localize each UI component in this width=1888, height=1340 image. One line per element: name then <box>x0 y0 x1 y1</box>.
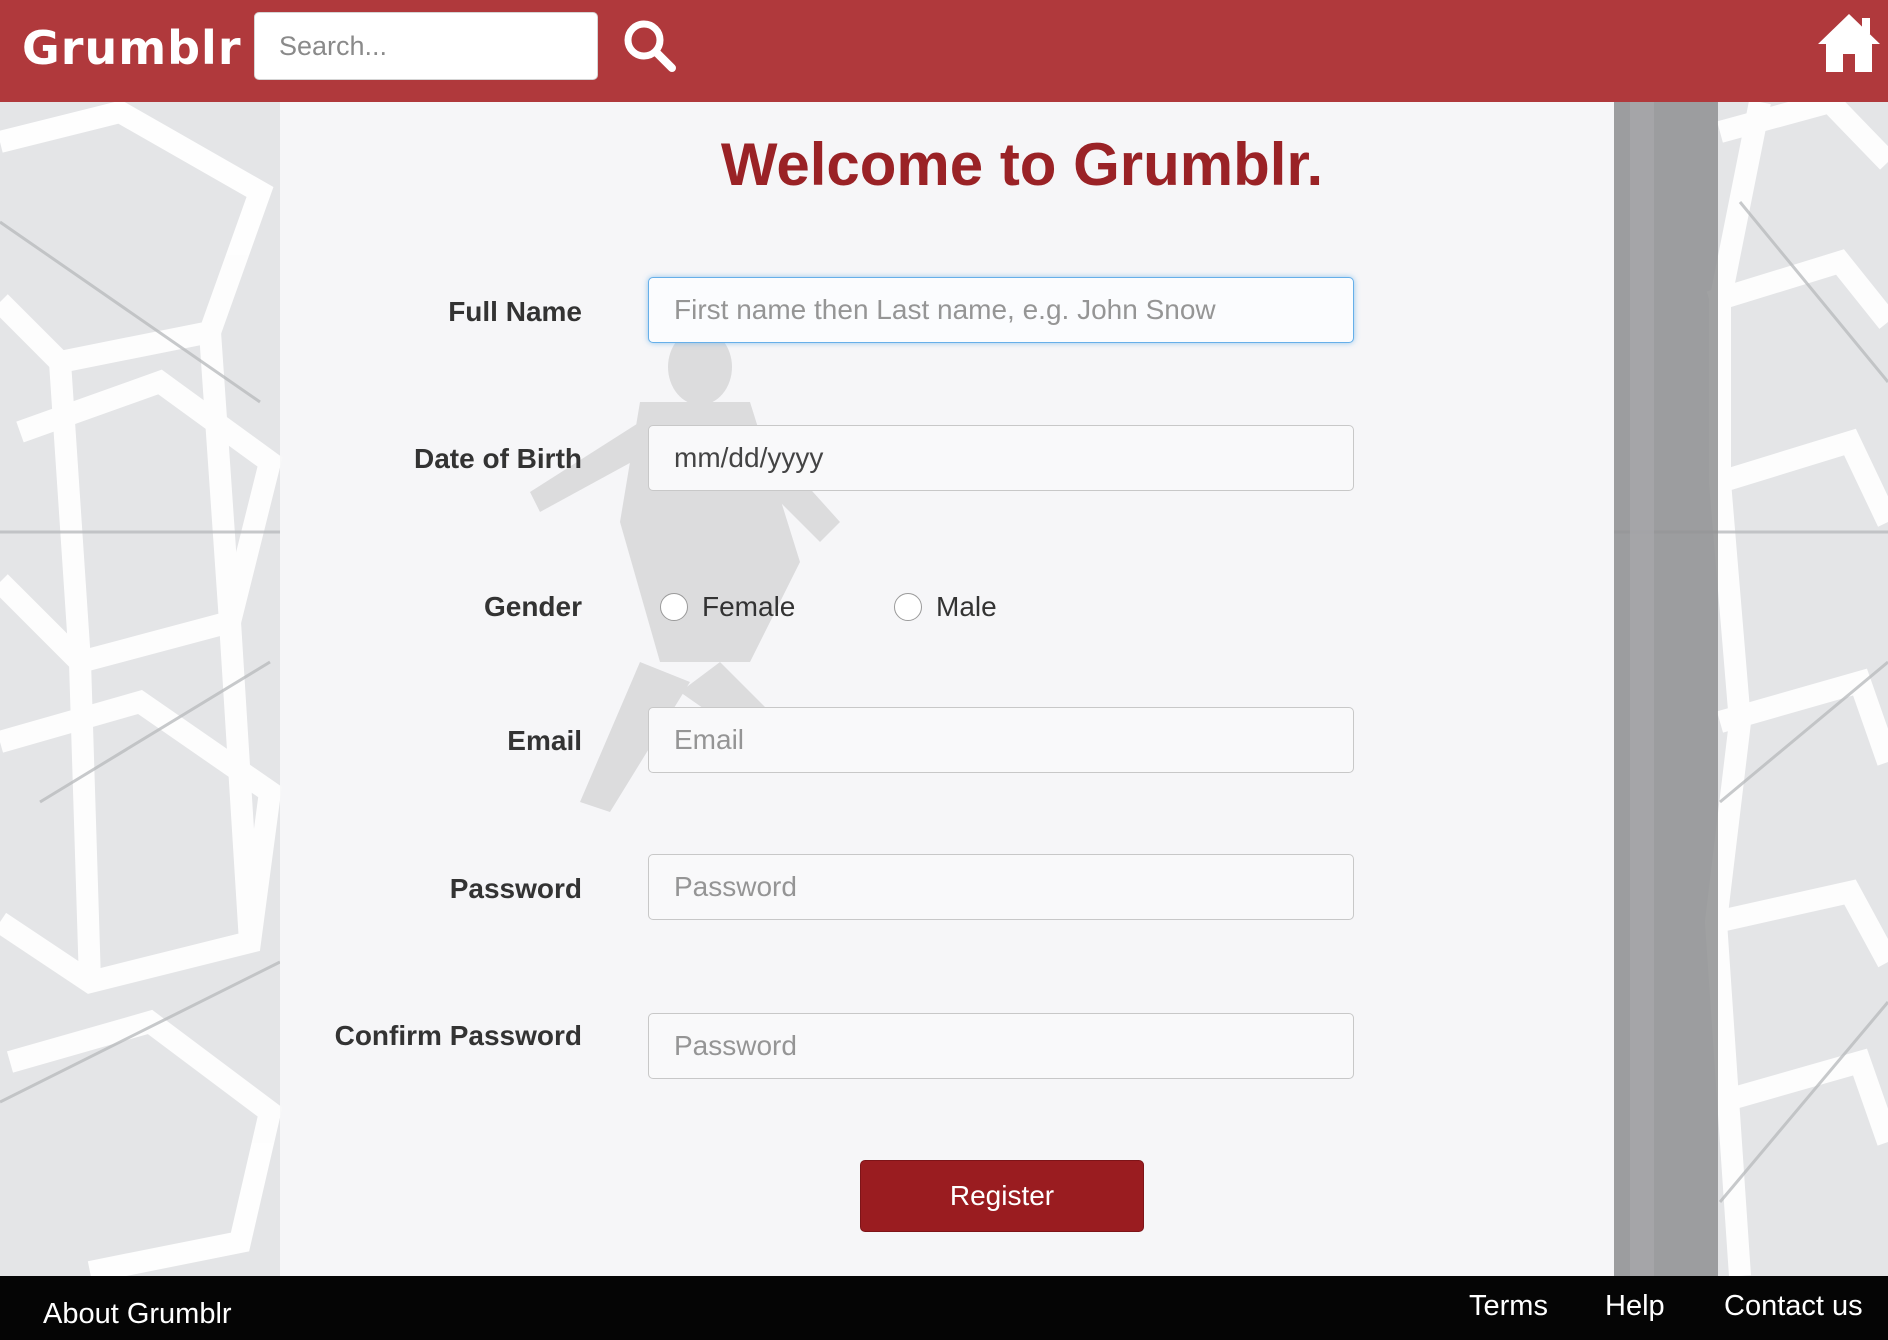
password-input[interactable] <box>648 854 1354 920</box>
confirm-password-label: Confirm Password <box>334 1020 582 1051</box>
email-label: Email <box>507 725 582 756</box>
page-title: Welcome to Grumblr. <box>720 131 1324 198</box>
dob-input[interactable] <box>648 425 1354 491</box>
footer-link-contact[interactable]: Contact us <box>1724 1286 1863 1326</box>
email-input[interactable] <box>648 707 1354 773</box>
search-icon[interactable] <box>622 18 678 74</box>
footer-about: About Grumblr <box>43 1298 232 1330</box>
gender-label: Gender <box>483 591 582 622</box>
home-icon[interactable] <box>1816 12 1882 74</box>
gender-male-radio[interactable] <box>894 593 922 621</box>
top-navbar: Grumblr <box>0 0 1888 102</box>
gender-male-label[interactable]: Male <box>936 587 997 627</box>
footer-link-terms[interactable]: Terms <box>1469 1286 1548 1326</box>
gender-female-radio[interactable] <box>660 593 688 621</box>
registration-card: Welcome to Grumblr. Full Name Date of Bi… <box>280 102 1614 1276</box>
register-button[interactable]: Register <box>860 1160 1144 1232</box>
brand-logo[interactable]: Grumblr <box>22 18 242 78</box>
full-name-input[interactable] <box>648 277 1354 343</box>
dob-label: Date of Birth <box>414 443 582 474</box>
full-name-label: Full Name <box>448 296 582 327</box>
footer: About Grumblr Terms Help Contact us <box>0 1276 1888 1340</box>
search-input[interactable] <box>254 12 598 80</box>
footer-link-help[interactable]: Help <box>1605 1286 1665 1326</box>
password-label: Password <box>449 873 582 904</box>
confirm-password-input[interactable] <box>648 1013 1354 1079</box>
gender-female-label[interactable]: Female <box>702 587 795 627</box>
